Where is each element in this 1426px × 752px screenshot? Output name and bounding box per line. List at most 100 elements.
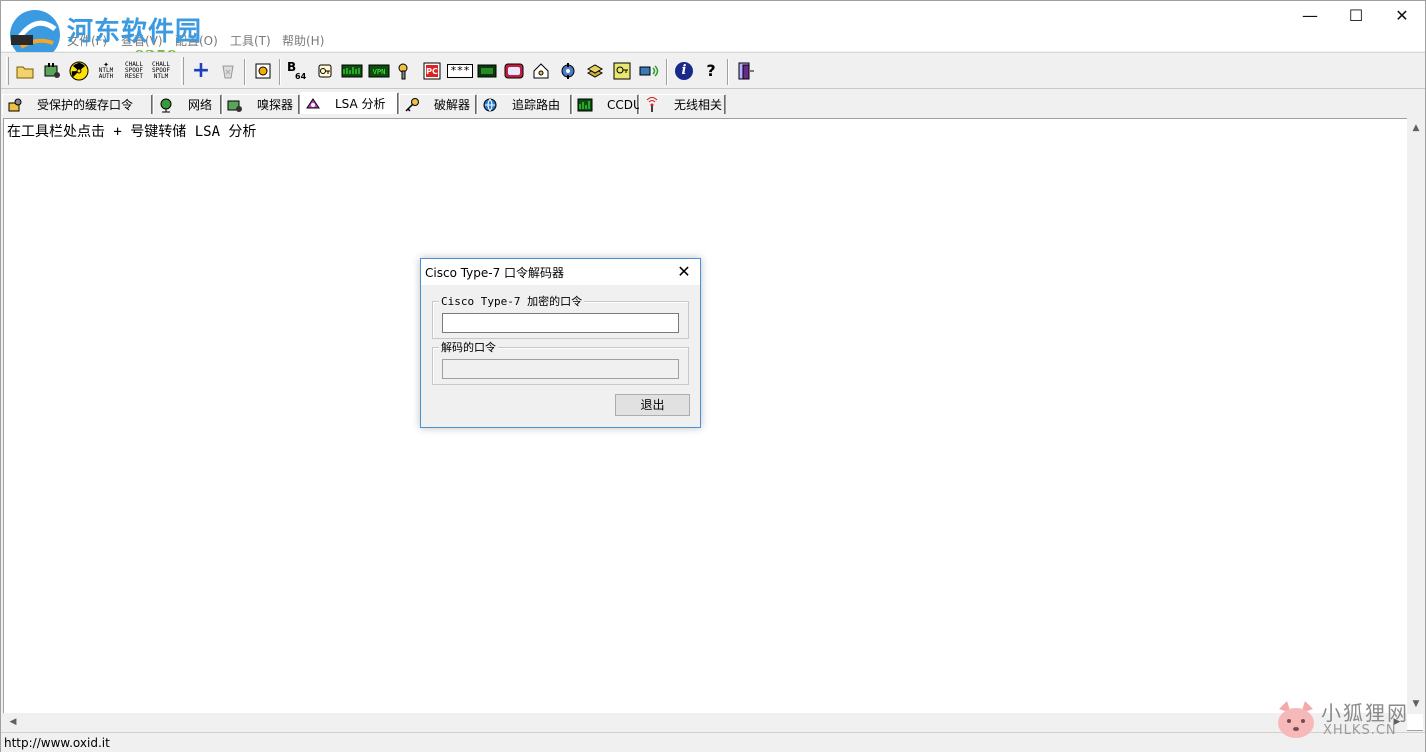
tab-label: 受保护的缓存口令 (37, 98, 134, 112)
lsa-secrets-button[interactable] (476, 60, 498, 82)
dictionary-attack-button[interactable] (611, 60, 633, 82)
watermark-brand: 小狐狸网 XHLKS.CN (1275, 697, 1415, 745)
exit-app-button[interactable] (735, 60, 757, 82)
dialog-title-bar[interactable]: Cisco Type-7 口令解码器 ✕ (421, 259, 700, 285)
toolbar-grip-2[interactable] (181, 57, 184, 85)
decoded-password-label: 解码的口令 (439, 339, 498, 355)
cog-network-icon (561, 63, 575, 79)
tab-label: LSA 分析 (335, 97, 386, 111)
maximize-button[interactable]: ☐ (1333, 1, 1379, 31)
password-stars-icon: *** (447, 64, 473, 78)
tab-network[interactable]: 网络 (153, 94, 222, 114)
info-icon: i (675, 62, 693, 80)
minimize-button[interactable]: — (1287, 1, 1333, 31)
tab-label: 破解器 (434, 98, 471, 112)
tab-label: 嗅探器 (257, 98, 294, 112)
tab-sniffer[interactable]: 嗅探器 (222, 94, 300, 114)
add-to-list-button[interactable]: + (190, 60, 212, 82)
horizontal-scrollbar[interactable]: ◀ ▶ (3, 713, 1407, 731)
chall-reset-line3: RESET (124, 73, 144, 80)
test-icon (255, 63, 271, 79)
folder-icon (16, 66, 34, 79)
remote-desktop-button[interactable] (638, 60, 662, 82)
ntlm-auth-button[interactable]: ✦ NTLM AUTH (95, 60, 117, 82)
toolbar-separator (727, 59, 729, 85)
tv-icon (504, 63, 524, 79)
tab-strip: 受保护的缓存口令 网络 嗅探器 LSA 分析 破解器 追踪路由 CCDU 无线相… (1, 92, 1425, 114)
watermark-brand-cn: 小狐狸网 (1321, 701, 1409, 725)
decoded-password-output[interactable] (442, 359, 679, 379)
house-key-icon (533, 63, 549, 79)
encrypted-password-group: Cisco Type-7 加密的口令 (432, 293, 689, 339)
recycle-icon (222, 65, 234, 79)
tab-label: 追踪路由 (512, 98, 561, 112)
ccdu-icon (577, 98, 593, 111)
screen-icon (477, 64, 497, 78)
dialog-close-button[interactable]: ✕ (674, 262, 694, 282)
shield-key-icon (8, 98, 22, 111)
menu-help[interactable]: 帮助(H) (282, 33, 324, 49)
apr-poisoning-button[interactable] (68, 60, 90, 82)
chall-spoof-reset-button[interactable]: CHALL SPOOF RESET (122, 60, 146, 82)
tab-wireless[interactable]: 无线相关 (639, 94, 726, 114)
menu-tools[interactable]: 工具(T) (230, 33, 271, 49)
access-db-password-button[interactable] (314, 60, 336, 82)
tab-label: CCDU (607, 97, 642, 112)
cisco-type7-decoder-dialog: Cisco Type-7 口令解码器 ✕ Cisco Type-7 加密的口令 … (420, 258, 701, 428)
close-button[interactable]: ✕ (1379, 1, 1425, 31)
tab-lsa-secrets[interactable]: LSA 分析 (300, 92, 399, 114)
tab-label: 无线相关 (674, 98, 723, 112)
watermark-brand-en: XHLKS.CN (1323, 723, 1397, 738)
router-decoder-button[interactable] (340, 60, 364, 82)
vpn-decoder-button[interactable]: VPN (367, 60, 391, 82)
open-folder-button[interactable] (14, 60, 36, 82)
remote-signal-icon (639, 65, 659, 77)
chall-spoof-ntlm-button[interactable]: CHALL SPOOF NTLM (149, 60, 173, 82)
remove-from-list-button[interactable] (217, 60, 239, 82)
tab-cracker[interactable]: 破解器 (399, 94, 477, 114)
test-password-button[interactable] (252, 60, 274, 82)
credential-manager-button[interactable] (530, 60, 552, 82)
sniffer-icon (227, 100, 242, 112)
stack-icon (586, 64, 604, 78)
wireless-icon (646, 96, 658, 112)
toolbar-separator (244, 59, 246, 85)
svg-text:PC: PC (426, 67, 438, 76)
key-tool-icon (398, 63, 408, 80)
lsa-instruction-text: 在工具栏处点击 + 号键转储 LSA 分析 (7, 124, 257, 140)
base64-decoder-button[interactable]: B 64 (287, 60, 309, 82)
lsa-content-area[interactable]: 在工具栏处点击 + 号键转储 LSA 分析 (3, 118, 1423, 731)
tab-protected-storage[interactable]: 受保护的缓存口令 (2, 94, 153, 114)
box-revealer-button[interactable]: *** (447, 60, 473, 82)
exit-button[interactable]: 退出 (615, 394, 690, 416)
fox-logo-icon (1278, 701, 1314, 738)
lsa-icon (306, 97, 320, 108)
tab-traceroute[interactable]: 追踪路由 (477, 94, 572, 114)
start-stop-sniffer-button[interactable] (41, 60, 63, 82)
encrypted-password-input[interactable] (442, 313, 679, 333)
cisco-type7-decoder-button[interactable]: PC (421, 60, 443, 82)
key-icon (405, 97, 419, 112)
help-button[interactable]: ? (700, 60, 722, 82)
pc-decoder-icon: PC (423, 62, 441, 80)
scroll-up-icon[interactable]: ▲ (1408, 120, 1424, 136)
svg-text:VPN: VPN (373, 68, 386, 76)
network-scanner-button[interactable] (557, 60, 579, 82)
green-lcd-icon (341, 64, 363, 78)
tab-ccdu[interactable]: CCDU (572, 94, 642, 114)
vertical-scrollbar[interactable]: ▲ ▼ (1407, 118, 1425, 714)
sniffer-card-icon (44, 63, 60, 78)
scroll-left-icon[interactable]: ◀ (5, 714, 21, 730)
wireless-passwords-button[interactable] (503, 60, 525, 82)
toolbar-grip[interactable] (6, 57, 9, 85)
dialog-title: Cisco Type-7 口令解码器 (425, 266, 565, 280)
toolbar-separator (279, 59, 281, 85)
tab-label: 网络 (188, 98, 213, 112)
toolbar-separator (666, 59, 668, 85)
about-button[interactable]: i (673, 60, 695, 82)
hash-calculator-button[interactable] (394, 60, 416, 82)
radiation-icon (69, 61, 89, 81)
plus-icon: + (191, 58, 211, 83)
traceroute-icon (483, 98, 497, 111)
password-cracker-button[interactable] (584, 60, 606, 82)
